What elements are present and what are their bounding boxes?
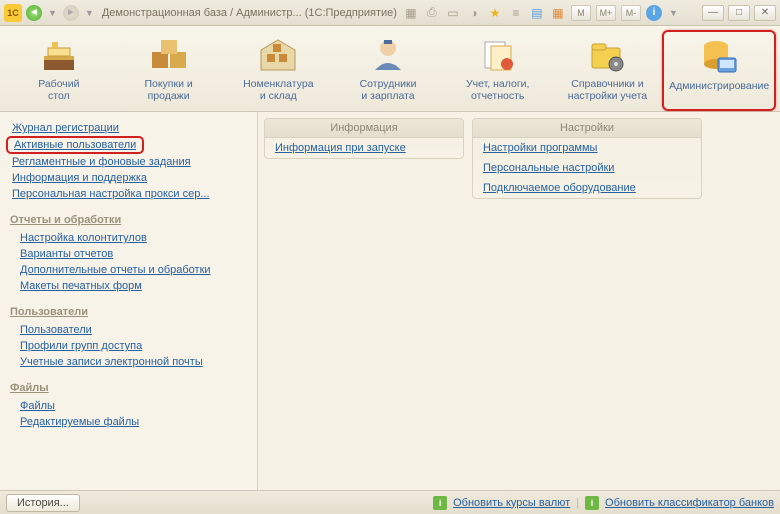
sidebar: Журнал регистрации Активные пользователи… [0, 112, 258, 490]
section-label: Покупки ипродажи [144, 78, 192, 102]
content-area: Информация Информация при запуске Настро… [258, 112, 780, 490]
status-right: i Обновить курсы валют | i Обновить клас… [433, 496, 774, 510]
panel-link-equipment[interactable]: Подключаемое оборудование [473, 178, 701, 198]
sidebar-group-users: Пользователи [10, 306, 251, 318]
boxes-icon [148, 34, 190, 76]
nav-back-icon[interactable]: ◄ [26, 5, 42, 21]
sidebar-link-headers[interactable]: Настройка колонтитулов [8, 230, 251, 246]
sidebar-link-users[interactable]: Пользователи [8, 322, 251, 338]
sidebar-link-journal[interactable]: Журнал регистрации [8, 120, 251, 136]
main-area: Журнал регистрации Активные пользователи… [0, 112, 780, 490]
status-link-banks[interactable]: Обновить классификатор банков [605, 497, 774, 509]
person-icon [367, 34, 409, 76]
panel-info: Информация Информация при запуске [264, 118, 464, 159]
window-icon[interactable]: ◑ [466, 5, 482, 21]
sidebar-link-active-users[interactable]: Активные пользователи [14, 139, 136, 151]
section-label: Номенклатураи склад [243, 78, 313, 102]
section-administration[interactable]: Администрирование [662, 30, 776, 111]
sidebar-link-files[interactable]: Файлы [8, 398, 251, 414]
toolbox-icon[interactable]: ▦ [403, 5, 419, 21]
m-button[interactable]: M [571, 5, 591, 21]
sidebar-link-scheduled-jobs[interactable]: Регламентные и фоновые задания [8, 154, 251, 170]
calendar-icon[interactable]: ▦ [550, 5, 566, 21]
admin-db-icon [698, 36, 740, 78]
info-icon[interactable]: i [646, 5, 662, 21]
sidebar-link-additional-reports[interactable]: Дополнительные отчеты и обработки [8, 262, 251, 278]
panel-link-program-settings[interactable]: Настройки программы [473, 138, 701, 158]
panel-settings: Настройки Настройки программы Персональн… [472, 118, 702, 199]
panel-link-startup-info[interactable]: Информация при запуске [265, 138, 463, 158]
section-label: Сотрудникии зарплата [360, 78, 417, 102]
favorites-icon[interactable]: ★ [487, 5, 503, 21]
section-accounting[interactable]: Учет, налоги,отчетность [443, 30, 553, 111]
section-label: Администрирование [669, 80, 769, 92]
panel-info-title: Информация [265, 119, 463, 138]
window-controls: — □ ✕ [702, 5, 776, 21]
folder-gear-icon [586, 34, 628, 76]
calculator-icon[interactable]: ▤ [529, 5, 545, 21]
status-link-currency[interactable]: Обновить курсы валют [453, 497, 570, 509]
history-button[interactable]: История... [6, 494, 80, 512]
history-icon[interactable]: ≡ [508, 5, 524, 21]
desktop-icon [38, 34, 80, 76]
titlebar-tools: ▦ ⎙ ▭ ◑ ★ ≡ ▤ ▦ M M+ M- i ▼ [403, 5, 680, 21]
info-dropdown-icon[interactable]: ▼ [667, 8, 680, 18]
info-square-icon: i [585, 496, 599, 510]
minimize-button[interactable]: — [702, 5, 724, 21]
panel-link-personal-settings[interactable]: Персональные настройки [473, 158, 701, 178]
sidebar-group-files: Файлы [10, 382, 251, 394]
sidebar-link-info-support[interactable]: Информация и поддержка [8, 170, 251, 186]
statusbar: История... i Обновить курсы валют | i Об… [0, 490, 780, 514]
sidebar-link-access-profiles[interactable]: Профили групп доступа [8, 338, 251, 354]
titlebar: 1C ◄ ▼ ► ▼ Демонстрационная база / Админ… [0, 0, 780, 26]
maximize-button[interactable]: □ [728, 5, 750, 21]
warehouse-icon [257, 34, 299, 76]
app-logo-icon: 1C [4, 4, 22, 22]
section-label: Справочники инастройки учета [568, 78, 647, 102]
sidebar-group-reports: Отчеты и обработки [10, 214, 251, 226]
section-toolbar: Рабочийстол Покупки ипродажи Номенклатур… [0, 26, 780, 112]
print-icon[interactable]: ⎙ [424, 5, 440, 21]
documents-icon [477, 34, 519, 76]
panel-settings-title: Настройки [473, 119, 701, 138]
sidebar-link-email-accounts[interactable]: Учетные записи электронной почты [8, 354, 251, 370]
section-label: Учет, налоги,отчетность [466, 78, 529, 102]
nav-forward-icon[interactable]: ► [63, 5, 79, 21]
sidebar-link-proxy[interactable]: Персональная настройка прокси сер... [8, 186, 251, 202]
section-stock[interactable]: Номенклатураи склад [223, 30, 333, 111]
sidebar-link-print-templates[interactable]: Макеты печатных форм [8, 278, 251, 294]
section-references[interactable]: Справочники инастройки учета [553, 30, 663, 111]
close-button[interactable]: ✕ [754, 5, 776, 21]
sidebar-link-report-variants[interactable]: Варианты отчетов [8, 246, 251, 262]
section-label: Рабочийстол [38, 78, 79, 102]
nav-fwd-dropdown-icon[interactable]: ▼ [83, 8, 96, 18]
doc-icon[interactable]: ▭ [445, 5, 461, 21]
section-employees[interactable]: Сотрудникии зарплата [333, 30, 443, 111]
info-square-icon: i [433, 496, 447, 510]
sidebar-link-edited-files[interactable]: Редактируемые файлы [8, 414, 251, 430]
section-desktop[interactable]: Рабочийстол [4, 30, 114, 111]
titlebar-left: 1C ◄ ▼ ► ▼ [4, 4, 96, 22]
section-sales[interactable]: Покупки ипродажи [114, 30, 224, 111]
m-minus-button[interactable]: M- [621, 5, 641, 21]
window-title: Демонстрационная база / Администр... (1С… [102, 7, 397, 19]
nav-back-dropdown-icon[interactable]: ▼ [46, 8, 59, 18]
separator: | [576, 497, 579, 509]
m-plus-button[interactable]: M+ [596, 5, 616, 21]
